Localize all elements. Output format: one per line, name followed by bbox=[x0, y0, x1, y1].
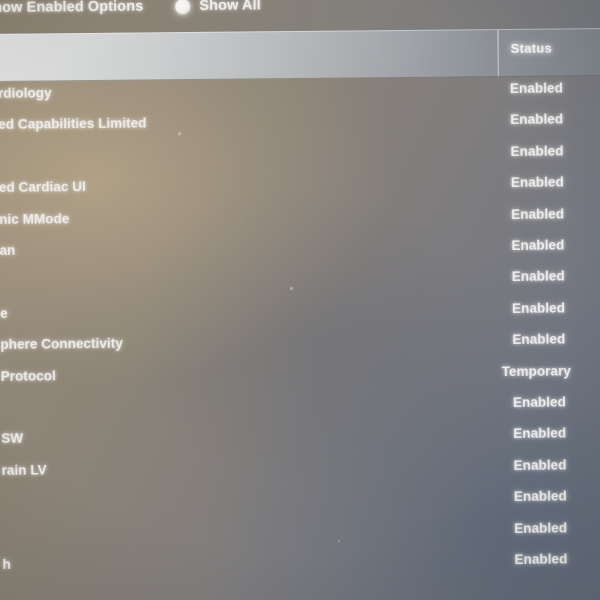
option-name-cell: ed Cardiac UI bbox=[0, 179, 86, 196]
option-name-cell: SW bbox=[1, 431, 24, 447]
option-name-cell: rain LV bbox=[1, 462, 47, 478]
option-name-cell: ed Capabilities Limited bbox=[0, 115, 147, 133]
option-status-cell: Enabled bbox=[510, 111, 564, 128]
option-status-cell: Enabled bbox=[513, 488, 567, 505]
option-status-cell: Enabled bbox=[510, 174, 564, 191]
option-name-cell: rdiology bbox=[0, 85, 52, 101]
option-name-cell: Protocol bbox=[0, 367, 56, 384]
option-status-cell: Enabled bbox=[511, 300, 566, 316]
option-status-cell: Enabled bbox=[510, 143, 564, 159]
device-options-screen: y Show Enabled Options Show All Status r… bbox=[0, 0, 600, 600]
option-status-cell: Enabled bbox=[512, 394, 566, 410]
radio-filled-icon[interactable] bbox=[175, 0, 191, 14]
option-name-cell: nic MMode bbox=[0, 210, 70, 227]
ui-root: y Show Enabled Options Show All Status r… bbox=[0, 0, 600, 600]
option-name-cell: e bbox=[0, 305, 8, 321]
filter-enabled-only-label: y Show Enabled Options bbox=[0, 0, 144, 17]
table-row[interactable]: h Enabled bbox=[0, 548, 600, 585]
options-table-body: rdiology Enabled ed Capabilities Limited En… bbox=[0, 77, 600, 600]
option-status-cell: Enabled bbox=[513, 425, 567, 442]
column-header-status[interactable]: Status bbox=[511, 41, 553, 56]
option-name-cell: an bbox=[0, 242, 16, 258]
option-status-cell: Enabled bbox=[509, 80, 563, 96]
option-status-cell: Enabled bbox=[514, 520, 568, 536]
option-status-cell: Enabled bbox=[513, 457, 567, 473]
filter-show-all-label: Show All bbox=[199, 0, 261, 14]
filter-enabled-only[interactable]: y Show Enabled Options bbox=[0, 0, 143, 19]
option-status-cell: Enabled bbox=[514, 551, 568, 567]
filter-show-all[interactable]: Show All bbox=[143, 0, 261, 17]
option-status-cell: Enabled bbox=[511, 237, 565, 253]
option-status-cell: Enabled bbox=[512, 331, 566, 348]
option-name-cell: h bbox=[2, 556, 11, 572]
option-name-cell: phere Connectivity bbox=[0, 335, 123, 353]
option-status-cell: Enabled bbox=[511, 206, 565, 222]
option-status-cell: Enabled bbox=[511, 268, 565, 285]
option-status-cell: Temporary bbox=[501, 362, 571, 379]
